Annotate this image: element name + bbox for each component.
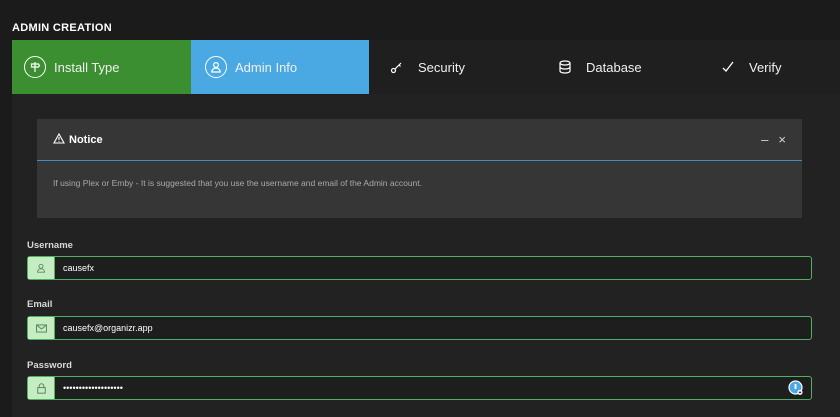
warning-icon — [53, 131, 65, 149]
username-input[interactable] — [55, 257, 811, 279]
email-label: Email — [27, 299, 53, 310]
step-verify[interactable]: Verify — [683, 40, 840, 94]
step-admin-info[interactable]: Admin Info — [191, 40, 369, 94]
step-security[interactable]: Security — [369, 40, 526, 94]
signpost-icon — [24, 56, 46, 78]
password-field-group — [27, 376, 812, 400]
notice-panel: Notice – × If using Plex or Emby - It is… — [37, 119, 802, 218]
notice-header: Notice – × — [37, 119, 802, 161]
envelope-icon — [28, 317, 55, 339]
password-visibility-icon[interactable] — [787, 377, 805, 399]
step-label: Verify — [749, 59, 782, 75]
password-input[interactable] — [55, 377, 787, 399]
username-label: Username — [27, 240, 73, 251]
close-button[interactable]: × — [778, 132, 786, 147]
step-install-type[interactable]: Install Type — [12, 40, 191, 94]
notice-message: If using Plex or Emby - It is suggested … — [53, 178, 423, 188]
minimize-button[interactable]: – — [761, 132, 768, 147]
step-label: Database — [586, 59, 642, 75]
email-field-group — [27, 316, 812, 340]
step-label: Admin Info — [235, 59, 298, 75]
lock-icon — [28, 377, 55, 399]
setup-wizard-steps: Install Type Admin Info Security Databas… — [12, 40, 840, 94]
email-input[interactable] — [55, 317, 811, 339]
page-title: ADMIN CREATION — [12, 22, 112, 34]
step-label: Install Type — [54, 59, 120, 75]
check-icon — [719, 58, 737, 76]
database-icon — [556, 58, 574, 76]
user-icon — [205, 56, 227, 78]
key-icon — [388, 58, 406, 76]
step-label: Security — [418, 59, 465, 75]
username-field-group — [27, 256, 812, 280]
notice-title: Notice — [69, 133, 103, 146]
user-icon — [28, 257, 55, 279]
step-database[interactable]: Database — [526, 40, 683, 94]
password-label: Password — [27, 360, 72, 371]
